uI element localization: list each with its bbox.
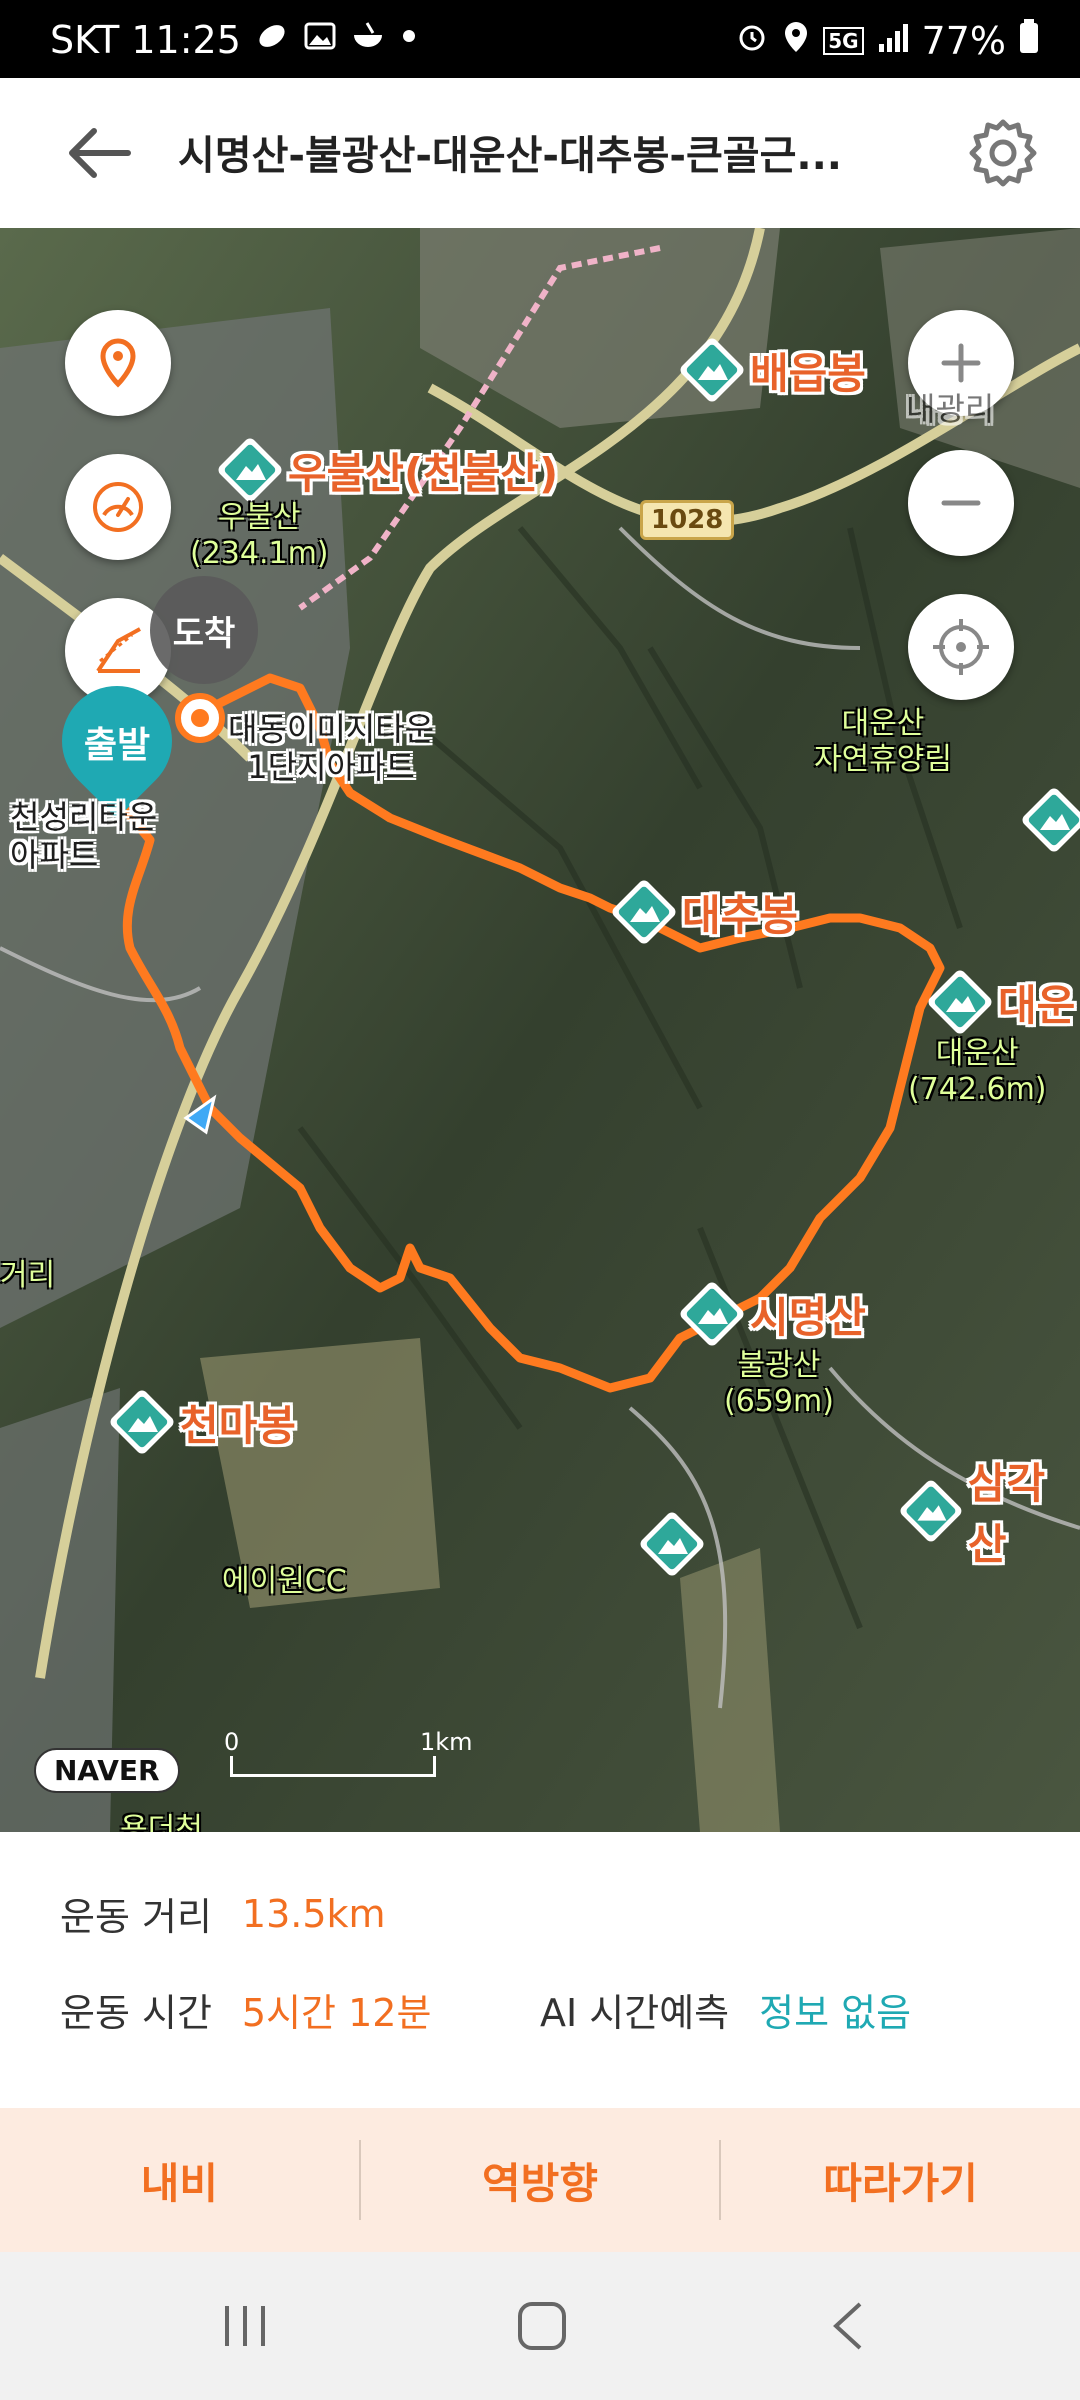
map-pin-icon <box>100 338 136 388</box>
location-pin-button[interactable] <box>65 310 171 416</box>
speedometer-button[interactable] <box>65 454 171 560</box>
time-value: 5시간 12분 <box>241 1991 432 2035</box>
mountain-icon <box>612 880 676 944</box>
map-view[interactable]: 도착 출발 배읍봉 우불산(천불산) 대추봉 대운 시명산 천마봉 삼각산 우불… <box>0 228 1080 1832</box>
location-icon <box>781 19 811 63</box>
bowl-icon <box>351 18 385 62</box>
road-number-badge: 1028 <box>640 500 735 540</box>
navigate-button[interactable]: 내비 <box>0 2150 359 2211</box>
scale-zero: 0 <box>224 1728 240 1756</box>
minus-icon <box>941 500 981 506</box>
peak-name: 배읍봉 <box>750 348 866 398</box>
shoe-icon <box>255 18 289 62</box>
peak-marker[interactable]: 대추봉 <box>612 880 798 944</box>
golf-course-label: 에이원CC <box>222 1564 347 1599</box>
peak-marker[interactable]: 대운 <box>928 970 1075 1034</box>
time-label: 운동 시간 <box>60 1991 212 2035</box>
peak-name: 삼각산 <box>967 1459 1046 1569</box>
current-location-button[interactable] <box>908 594 1014 700</box>
arrow-left-icon <box>69 128 131 178</box>
time-row: 운동 시간 5시간 12분 <box>60 1982 431 2037</box>
mountain-icon <box>640 1512 704 1576</box>
peak-name: 대운 <box>998 980 1076 1030</box>
system-nav-bar <box>0 2252 1080 2400</box>
follow-button[interactable]: 따라가기 <box>721 2150 1080 2211</box>
home-icon <box>518 2302 566 2350</box>
intersection-label: 거리 <box>0 1258 56 1293</box>
image-icon <box>303 18 337 62</box>
ai-estimate-row: AI 시간예측 정보 없음 <box>540 1982 911 2037</box>
plus-icon <box>941 343 981 383</box>
mountain-icon <box>928 970 992 1034</box>
village-label: 내광리 <box>906 390 995 428</box>
peak-marker[interactable] <box>640 1512 704 1576</box>
mountain-icon <box>680 338 744 402</box>
distance-label: 운동 거리 <box>60 1895 212 1939</box>
chevron-left-icon <box>833 2302 862 2350</box>
peak-name: 대추봉 <box>682 890 798 940</box>
settings-button[interactable] <box>966 116 1040 190</box>
back-button[interactable] <box>60 118 140 188</box>
alarm-icon <box>735 19 769 63</box>
distance-value: 13.5km <box>241 1891 386 1936</box>
daeunsan-elevation: 대운산 (742.6m) <box>908 1036 1047 1107</box>
crosshair-icon <box>933 619 989 675</box>
peak-marker[interactable]: 천마봉 <box>110 1390 296 1454</box>
peak-marker[interactable]: 배읍봉 <box>680 338 866 402</box>
ai-estimate-label: AI 시간예측 <box>540 1991 730 2035</box>
forest-label: 대운산 자연휴양림 <box>814 706 952 777</box>
recent-apps-icon <box>225 2306 265 2346</box>
naver-logo: NAVER <box>34 1748 180 1793</box>
mountain-icon <box>110 1390 174 1454</box>
ubulsan-elevation: 우불산 (234.1m) <box>190 500 329 571</box>
peak-marker[interactable]: 삼각산 <box>900 1450 1080 1572</box>
action-bar: 내비 역방향 따라가기 <box>0 2108 1080 2252</box>
dot-icon <box>399 18 419 62</box>
mountain-icon <box>1022 788 1080 852</box>
peak-name: 천마봉 <box>180 1400 296 1450</box>
battery-icon <box>1018 18 1040 63</box>
elevation-graph-icon <box>96 627 141 673</box>
peak-marker[interactable] <box>1022 788 1080 852</box>
home-button[interactable] <box>500 2296 580 2356</box>
signal-icon <box>876 19 910 63</box>
stream-label: 용더천 <box>120 1812 203 1832</box>
peak-name: 시명산 <box>750 1292 866 1342</box>
scale-bar <box>230 1756 436 1777</box>
mountain-icon <box>680 1282 744 1346</box>
zoom-out-button[interactable] <box>908 450 1014 556</box>
gear-icon <box>969 119 1037 187</box>
scale-one-km: 1km <box>420 1728 473 1756</box>
mountain-icon <box>900 1480 962 1542</box>
distance-row: 운동 거리 13.5km <box>60 1886 386 1941</box>
carrier-time: SKT 11:25 <box>50 18 241 62</box>
peak-marker[interactable]: 우불산(천불산) <box>218 438 558 502</box>
app-header: 시명산-불광산-대운산-대추봉-큰골근... <box>0 78 1080 229</box>
arrival-marker[interactable]: 도착 <box>150 576 258 684</box>
recent-apps-button[interactable] <box>205 2296 285 2356</box>
network-5g-icon: 5G <box>823 26 864 55</box>
status-bar: SKT 11:25 5G 77% <box>0 0 1080 78</box>
reverse-button[interactable]: 역방향 <box>361 2150 720 2211</box>
bulgwangsan-elevation: 불광산 (659m) <box>724 1348 834 1419</box>
battery-percent: 77% <box>921 18 1006 63</box>
back-nav-button[interactable] <box>810 2296 890 2356</box>
peak-marker[interactable]: 시명산 <box>680 1282 866 1346</box>
page-title: 시명산-불광산-대운산-대추봉-큰골근... <box>178 133 842 179</box>
speedometer-icon <box>93 482 143 532</box>
apartment-label: 대동이미지타운 1단지아파트 <box>228 710 435 786</box>
peak-name: 우불산(천불산) <box>288 448 559 498</box>
apartment-label: 천성리타운 아파트 <box>10 798 158 874</box>
start-label: 출발 <box>83 725 151 766</box>
ai-estimate-value: 정보 없음 <box>759 1991 912 2035</box>
mountain-icon <box>218 438 282 502</box>
